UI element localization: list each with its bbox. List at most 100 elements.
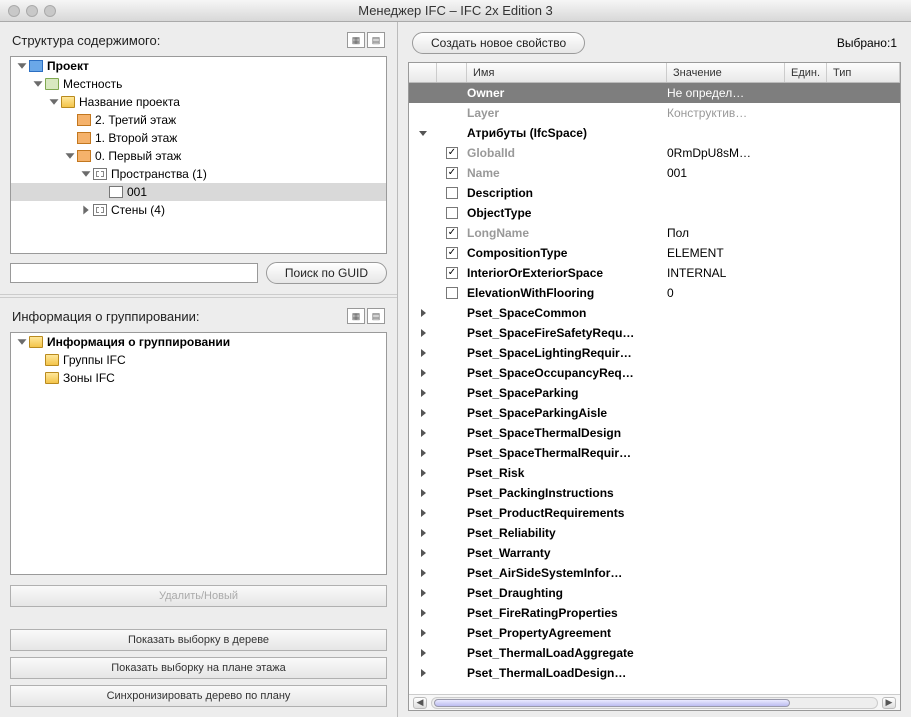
attribute-checkbox[interactable] (446, 187, 458, 199)
property-value[interactable]: ELEMENT (667, 246, 724, 260)
expander-closed-icon[interactable] (421, 369, 426, 377)
tree-row[interactable]: Местность (11, 75, 386, 93)
guid-search-input[interactable] (10, 263, 258, 283)
pset-row[interactable]: Pset_SpaceThermalRequir… (409, 443, 900, 463)
disclosure-triangle-icon[interactable] (65, 151, 75, 161)
tree-row[interactable]: Стены (4) (11, 201, 386, 219)
pset-row[interactable]: Pset_SpaceCommon (409, 303, 900, 323)
attribute-row[interactable]: ElevationWithFlooring0 (409, 283, 900, 303)
attribute-row[interactable]: InteriorOrExteriorSpaceINTERNAL (409, 263, 900, 283)
attribute-row[interactable]: Description (409, 183, 900, 203)
scroll-track[interactable] (431, 697, 878, 709)
col-value[interactable]: Значение (667, 63, 785, 82)
pset-row[interactable]: Pset_ThermalLoadDesign… (409, 663, 900, 683)
expander-closed-icon[interactable] (421, 469, 426, 477)
attribute-row[interactable]: LongNameПол (409, 223, 900, 243)
expander-closed-icon[interactable] (421, 669, 426, 677)
tree-row[interactable]: 2. Третий этаж (11, 111, 386, 129)
info-row[interactable]: OwnerНе определ… (409, 83, 900, 103)
expander-closed-icon[interactable] (421, 529, 426, 537)
expander-open-icon[interactable] (419, 131, 427, 136)
tree-row[interactable]: 0. Первый этаж (11, 147, 386, 165)
col-type[interactable]: Тип (827, 63, 900, 82)
disclosure-triangle-icon[interactable] (17, 337, 27, 347)
tree-row[interactable]: 1. Второй этаж (11, 129, 386, 147)
delete-new-button[interactable]: Удалить/Новый (10, 585, 387, 607)
expander-closed-icon[interactable] (421, 309, 426, 317)
tree-row[interactable]: Проект (11, 57, 386, 75)
expander-closed-icon[interactable] (421, 569, 426, 577)
expander-closed-icon[interactable] (421, 589, 426, 597)
attribute-row[interactable]: ObjectType (409, 203, 900, 223)
attribute-checkbox[interactable] (446, 287, 458, 299)
grouping-expand-icon[interactable]: ▦ (347, 308, 365, 324)
property-value[interactable]: INTERNAL (667, 266, 726, 280)
tree-row[interactable]: Группы IFC (11, 351, 386, 369)
scroll-thumb[interactable] (434, 699, 790, 707)
property-value[interactable]: 0 (667, 286, 674, 300)
pset-row[interactable]: Pset_SpaceLightingRequir… (409, 343, 900, 363)
sync-tree-button[interactable]: Синхронизировать дерево по плану (10, 685, 387, 707)
pset-row[interactable]: Pset_Reliability (409, 523, 900, 543)
grid-body[interactable]: OwnerНе определ…LayerКонструктив…Атрибут… (409, 83, 900, 694)
pset-row[interactable]: Pset_SpaceParking (409, 383, 900, 403)
tree-row[interactable]: 001 (11, 183, 386, 201)
pset-row[interactable]: Pset_SpaceThermalDesign (409, 423, 900, 443)
pset-row[interactable]: Pset_AirSideSystemInfor… (409, 563, 900, 583)
attribute-checkbox[interactable] (446, 247, 458, 259)
collapse-all-icon[interactable]: ▤ (367, 32, 385, 48)
tree-row[interactable]: Зоны IFC (11, 369, 386, 387)
grouping-collapse-icon[interactable]: ▤ (367, 308, 385, 324)
attribute-checkbox[interactable] (446, 147, 458, 159)
col-name[interactable]: Имя (467, 63, 667, 82)
pset-row[interactable]: Pset_PackingInstructions (409, 483, 900, 503)
property-value[interactable]: 001 (667, 166, 687, 180)
structure-tree[interactable]: ПроектМестностьНазвание проекта2. Третий… (10, 56, 387, 254)
expander-closed-icon[interactable] (421, 549, 426, 557)
disclosure-triangle-icon[interactable] (81, 205, 91, 215)
scroll-right-icon[interactable]: ▶ (882, 697, 896, 709)
attribute-row[interactable]: CompositionTypeELEMENT (409, 243, 900, 263)
tree-row[interactable]: Название проекта (11, 93, 386, 111)
expander-closed-icon[interactable] (421, 489, 426, 497)
pset-row[interactable]: Pset_SpaceOccupancyReq… (409, 363, 900, 383)
disclosure-triangle-icon[interactable] (33, 79, 43, 89)
attribute-checkbox[interactable] (446, 227, 458, 239)
pset-row[interactable]: Pset_Draughting (409, 583, 900, 603)
expander-closed-icon[interactable] (421, 629, 426, 637)
attribute-checkbox[interactable] (446, 167, 458, 179)
attribute-row[interactable]: GlobalId0RmDpU8sM… (409, 143, 900, 163)
pset-row[interactable]: Pset_ProductRequirements (409, 503, 900, 523)
section-row[interactable]: Атрибуты (IfcSpace) (409, 123, 900, 143)
guid-search-button[interactable]: Поиск по GUID (266, 262, 387, 284)
pset-row[interactable]: Pset_Risk (409, 463, 900, 483)
disclosure-triangle-icon[interactable] (49, 97, 59, 107)
pset-row[interactable]: Pset_FireRatingProperties (409, 603, 900, 623)
col-unit[interactable]: Един. (785, 63, 827, 82)
pset-row[interactable]: Pset_SpaceFireSafetyRequ… (409, 323, 900, 343)
expander-closed-icon[interactable] (421, 349, 426, 357)
expander-closed-icon[interactable] (421, 329, 426, 337)
pset-row[interactable]: Pset_ThermalLoadAggregate (409, 643, 900, 663)
col-expander[interactable] (409, 63, 437, 82)
expand-all-icon[interactable]: ▦ (347, 32, 365, 48)
pset-row[interactable]: Pset_SpaceParkingAisle (409, 403, 900, 423)
disclosure-triangle-icon[interactable] (17, 61, 27, 71)
expander-closed-icon[interactable] (421, 609, 426, 617)
expander-closed-icon[interactable] (421, 429, 426, 437)
expander-closed-icon[interactable] (421, 449, 426, 457)
tree-row[interactable]: Информация о группировании (11, 333, 386, 351)
tree-row[interactable]: Пространства (1) (11, 165, 386, 183)
expander-closed-icon[interactable] (421, 389, 426, 397)
show-on-plan-button[interactable]: Показать выборку на плане этажа (10, 657, 387, 679)
create-property-button[interactable]: Создать новое свойство (412, 32, 585, 54)
expander-closed-icon[interactable] (421, 649, 426, 657)
expander-closed-icon[interactable] (421, 509, 426, 517)
attribute-checkbox[interactable] (446, 267, 458, 279)
expander-closed-icon[interactable] (421, 409, 426, 417)
attribute-row[interactable]: Name001 (409, 163, 900, 183)
show-in-tree-button[interactable]: Показать выборку в дереве (10, 629, 387, 651)
info-row[interactable]: LayerКонструктив… (409, 103, 900, 123)
pset-row[interactable]: Pset_PropertyAgreement (409, 623, 900, 643)
property-value[interactable]: Пол (667, 226, 689, 240)
